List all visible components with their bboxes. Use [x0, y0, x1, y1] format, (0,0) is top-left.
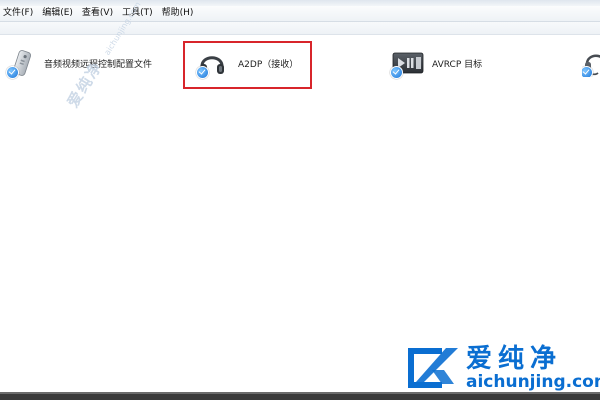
- service-headset[interactable]: [582, 49, 600, 77]
- command-bar: [0, 22, 600, 35]
- connected-check-icon: [6, 66, 19, 79]
- watermark-brand: 爱纯净: [466, 344, 563, 374]
- taskbar-edge-highlight: [0, 392, 600, 394]
- watermark-url: aichunjing.com: [466, 372, 600, 392]
- highlight-annotation: [183, 41, 312, 89]
- menu-file[interactable]: 文件(F): [0, 6, 39, 21]
- menu-edit[interactable]: 编辑(E): [39, 6, 79, 21]
- menu-bar: 文件(F) 编辑(E) 查看(V) 工具(T) 帮助(H): [0, 6, 600, 22]
- service-label: AVRCP 目标: [432, 59, 483, 70]
- corner-watermark: 爱纯净 aichunjing.com: [402, 344, 600, 392]
- watermark-logo-icon: [408, 348, 458, 388]
- connected-check-icon: [390, 66, 403, 79]
- media-player-icon: [390, 49, 424, 79]
- service-avrcp-target[interactable]: AVRCP 目标: [390, 49, 483, 79]
- remote-control-icon: [6, 49, 36, 79]
- headset-icon: [582, 49, 600, 77]
- connected-check-icon: [582, 66, 593, 77]
- menu-help[interactable]: 帮助(H): [159, 6, 200, 21]
